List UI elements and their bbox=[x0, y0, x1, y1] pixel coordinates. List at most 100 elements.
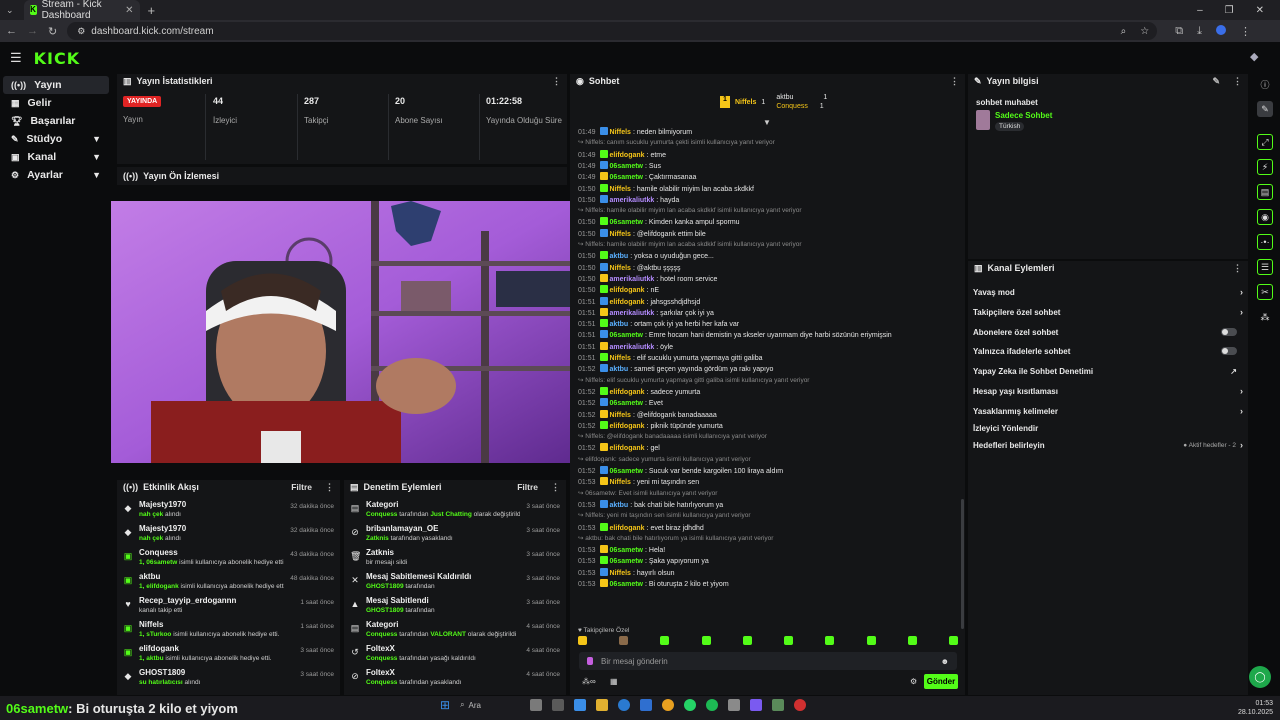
chat-username[interactable]: Niffels bbox=[610, 265, 631, 272]
emoji-picker-icon[interactable]: ☻ bbox=[941, 657, 949, 666]
taskbar-app-icon[interactable] bbox=[530, 699, 543, 711]
channel-action-item[interactable]: Yasaklanmış kelimeler › bbox=[973, 402, 1243, 420]
chat-message[interactable]: 01:50 elifdogank: nE bbox=[578, 285, 958, 295]
chat-reply-context[interactable]: ↪ Niffels: canım sucuklu yumurta çekti i… bbox=[578, 138, 958, 147]
chat-message[interactable]: 01:50 amerikaliutkk: hayda bbox=[578, 194, 958, 205]
channel-action-item[interactable]: Hedefleri belirleyin ● Aktif hedefler - 2… bbox=[973, 436, 1243, 454]
chat-settings-icon[interactable]: ⚙ bbox=[910, 677, 917, 686]
chat-username[interactable]: aktbu bbox=[610, 502, 629, 509]
info-icon[interactable]: ⓘ bbox=[1257, 76, 1273, 92]
chat-message[interactable]: 01:51 Niffels: elif sucuklu yumurta yapma… bbox=[578, 353, 958, 363]
chat-username[interactable]: elifdogank bbox=[610, 445, 645, 452]
spotify-icon[interactable] bbox=[706, 699, 719, 711]
sidebar-item-gelir[interactable]: ▦ Gelir bbox=[3, 94, 109, 112]
chat-username[interactable]: 06sametw bbox=[610, 547, 643, 554]
more-options-icon[interactable]: ⋮ bbox=[950, 76, 959, 87]
sidebar-item-ayarlar[interactable]: ⚙ Ayarlar ▼ bbox=[3, 166, 109, 184]
chat-message[interactable]: 01:49 06sametw: Sus bbox=[578, 160, 958, 171]
send-button[interactable]: Gönder bbox=[924, 674, 958, 689]
channel-action-item[interactable]: Yavaş mod › bbox=[973, 283, 1243, 301]
lightning-icon[interactable]: ⚡︎ bbox=[1257, 159, 1273, 175]
chat-reply-context[interactable]: ↪ Niffels: elif sucuklu yumurta yapmaya … bbox=[578, 376, 958, 385]
forward-icon[interactable]: → bbox=[27, 25, 38, 37]
chat-input[interactable]: Bir mesaj gönderin ☻ bbox=[579, 652, 957, 670]
tools-icon[interactable]: ✂ bbox=[1257, 284, 1273, 300]
chat-reply-context[interactable]: ↪ Niffels: hamile olabilir miyim lan aca… bbox=[578, 240, 958, 249]
chat-message[interactable]: 01:51 amerikaliutkk: öyle bbox=[578, 341, 958, 352]
chat-username[interactable]: aktbu bbox=[610, 253, 629, 260]
browser-tab[interactable]: K Stream - Kick Dashboard ✕ bbox=[23, 0, 140, 21]
chat-message[interactable]: 01:52 elifdogank: gel bbox=[578, 443, 958, 453]
start-icon[interactable]: ⊞ bbox=[440, 698, 450, 712]
emote-icon[interactable] bbox=[907, 636, 917, 645]
chat-message[interactable]: 01:52 elifdogank: sadece yumurta bbox=[578, 386, 958, 397]
chat-username[interactable]: Niffels bbox=[610, 231, 631, 238]
discord-icon[interactable] bbox=[750, 699, 763, 711]
sidebar-item-basarilar[interactable]: 🏆︎ Başarılar bbox=[3, 112, 109, 130]
chat-username[interactable]: elifdogank bbox=[610, 423, 645, 430]
chat-message[interactable]: 01:53 06sametw: Bi oturuşta 2 kilo et yiy… bbox=[578, 579, 958, 589]
chat-username[interactable]: elifdogank bbox=[610, 152, 645, 159]
chat-username[interactable]: amerikaliutkk bbox=[610, 276, 655, 283]
emote-icon[interactable] bbox=[701, 636, 711, 645]
chat-reply-context[interactable]: ↪ aktbu: bak chati bile hatırlıyorum ya … bbox=[578, 534, 958, 543]
new-tab-icon[interactable]: + bbox=[148, 3, 156, 18]
chat-message[interactable]: 01:52 06sametw: Sucuk var bende kargoilen… bbox=[578, 466, 958, 476]
back-icon[interactable]: ← bbox=[6, 25, 17, 37]
chat-message[interactable]: 01:50 Niffels: @aktbu şşşşş bbox=[578, 262, 958, 273]
chat-username[interactable]: 06sametw bbox=[610, 219, 643, 226]
obs-icon[interactable] bbox=[794, 699, 807, 711]
chat-message[interactable]: 01:53 06sametw: Şaka yapıyorum ya bbox=[578, 556, 958, 566]
emote-icon[interactable] bbox=[784, 636, 794, 645]
document-icon[interactable]: ▤ bbox=[1257, 184, 1273, 200]
taskbar-app-icon[interactable] bbox=[728, 699, 741, 711]
chrome-icon[interactable] bbox=[662, 699, 675, 711]
chat-scrollbar[interactable] bbox=[961, 499, 964, 629]
more-options-icon[interactable]: ⋮ bbox=[1233, 76, 1242, 87]
filter-button[interactable]: Filtre bbox=[291, 482, 312, 492]
chat-tools-icon[interactable]: ⁂∞ bbox=[582, 677, 596, 686]
chat-reply-context[interactable]: ↪ 06sametw: Evet isimli kullanıcıya yanı… bbox=[578, 489, 958, 498]
fullscreen-icon[interactable]: ⤢ bbox=[1257, 134, 1273, 150]
chat-reply-context[interactable]: ↪ Niffels: yeni mi taşındın sen isimli k… bbox=[578, 511, 958, 520]
chat-username[interactable]: elifdogank bbox=[610, 389, 645, 396]
more-options-icon[interactable]: ⋮ bbox=[552, 76, 561, 87]
maximize-icon[interactable]: ❐ bbox=[1225, 5, 1234, 16]
channel-action-item[interactable]: Yapay Zeka ile Sohbet Denetimi ↗ bbox=[973, 362, 1243, 380]
emote-icon[interactable] bbox=[948, 636, 958, 645]
sidebar-item-kanal[interactable]: ▣ Kanal ▼ bbox=[3, 148, 109, 166]
toggle-switch[interactable] bbox=[1221, 347, 1237, 355]
activity-item[interactable]: ◆ Majesty1970 nah çek alındı 32 dakika önce bbox=[117, 524, 340, 548]
sidebar-item-yayin[interactable]: ((•)) Yayın bbox=[3, 76, 109, 94]
chat-username[interactable]: Niffels bbox=[610, 186, 631, 193]
moderation-item[interactable]: ⊘ bribanlamayan_OE Zatknis tarafından yasa… bbox=[344, 524, 566, 548]
chat-message[interactable]: 01:50 Niffels: hamile olabilir miyim lan … bbox=[578, 183, 958, 194]
moderation-item[interactable]: 🗑 Zatknis bir mesajı sildi 3 saat önce bbox=[344, 548, 566, 572]
chat-username[interactable]: amerikaliutkk bbox=[610, 344, 655, 351]
extensions-icon[interactable]: ⧉ bbox=[1175, 25, 1183, 38]
channel-action-item[interactable]: İzleyici Yönlendir bbox=[973, 419, 1243, 437]
chat-username[interactable]: 06sametw bbox=[610, 468, 643, 475]
close-window-icon[interactable]: ✕ bbox=[1256, 5, 1264, 16]
chat-message[interactable]: 01:50 amerikaliutkk: hotel room service bbox=[578, 273, 958, 284]
chat-message[interactable]: 01:52 06sametw: Evet bbox=[578, 398, 958, 408]
chat-username[interactable]: Niffels bbox=[610, 129, 631, 136]
activity-item[interactable]: ♥ Recep_tayyip_erdogannn kanalı takip etti… bbox=[117, 596, 340, 620]
chat-username[interactable]: aktbu bbox=[610, 321, 629, 328]
site-info-icon[interactable]: ⚙ bbox=[77, 26, 85, 37]
chat-message[interactable]: 01:50 aktbu: yoksa o uyuduğun gece... bbox=[578, 251, 958, 261]
chat-username[interactable]: elifdogank bbox=[610, 299, 645, 306]
chat-message[interactable]: 01:52 Niffels: @elifdogank banadaaaaa bbox=[578, 409, 958, 420]
chat-reply-context[interactable]: ↪ Niffels: hamile olabilir miyim lan aca… bbox=[578, 206, 958, 215]
chat-message[interactable]: 01:50 06sametw: Kimden kanka ampul spormu bbox=[578, 217, 958, 227]
zoom-icon[interactable]: ⌕ bbox=[1121, 26, 1127, 37]
taskbar-app-icon[interactable] bbox=[772, 699, 785, 711]
moderation-item[interactable]: ✕ Mesaj Sabitlemesi Kaldırıldı GHOST1809 t… bbox=[344, 572, 566, 596]
channel-action-item[interactable]: Abonelere özel sohbet bbox=[973, 323, 1243, 341]
activity-item[interactable]: ◆ GHOST1809 su hatırlatıcısı alındı 3 saat … bbox=[117, 668, 340, 692]
chat-username[interactable]: 06sametw bbox=[610, 558, 643, 565]
chat-username[interactable]: 06sametw bbox=[610, 332, 643, 339]
edit-icon[interactable]: ✎ bbox=[1257, 101, 1273, 117]
chat-username[interactable]: 06sametw bbox=[610, 174, 643, 181]
chat-bubble-icon[interactable]: ◉ bbox=[1257, 209, 1273, 225]
